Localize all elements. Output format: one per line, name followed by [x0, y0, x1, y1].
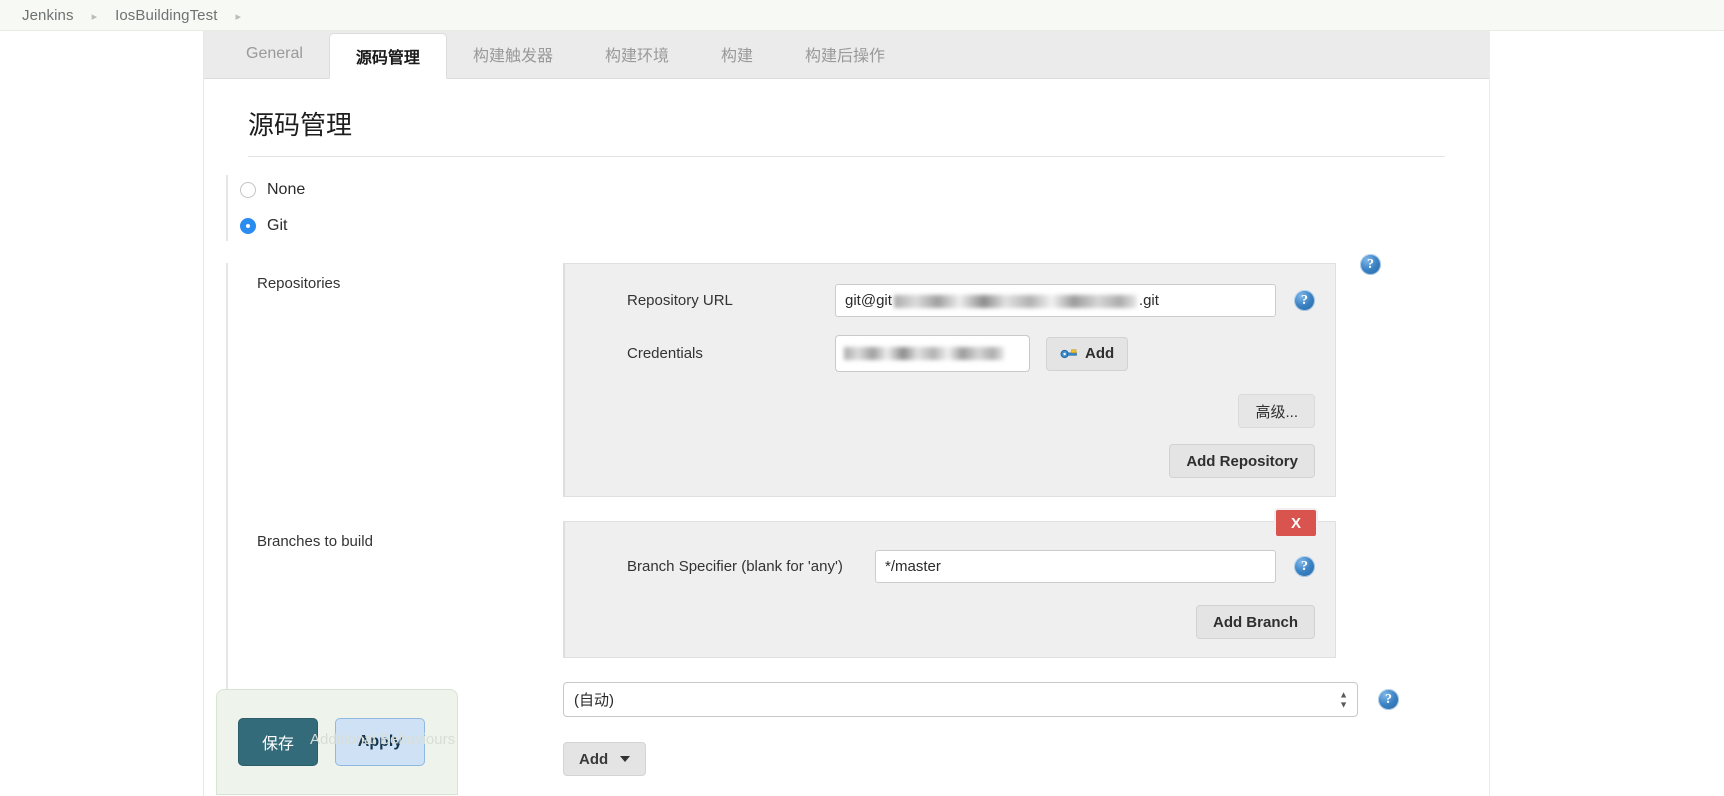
- advanced-button[interactable]: 高级...: [1238, 394, 1315, 428]
- config-panel: General 源码管理 构建触发器 构建环境 构建 构建后操作 源码管理 No…: [204, 31, 1490, 796]
- branch-specifier-input[interactable]: */master: [875, 550, 1276, 583]
- add-branch-button-row: Add Branch: [585, 605, 1315, 639]
- branch-specifier-label: Branch Specifier (blank for 'any'): [627, 558, 843, 575]
- chevron-down-icon: [620, 756, 631, 762]
- add-credentials-button[interactable]: Add: [1046, 336, 1129, 371]
- repository-url-help-icon[interactable]: ?: [1294, 290, 1315, 311]
- tab-build-environment[interactable]: 构建环境: [579, 30, 695, 78]
- scm-option-git[interactable]: Git: [240, 211, 1489, 241]
- add-behaviour-dropdown-button[interactable]: Add: [563, 742, 647, 776]
- breadcrumb: Jenkins ▸ IosBuildingTest ▸: [0, 0, 1724, 31]
- repository-url-row: Repository URL git@git .git ?: [585, 284, 1315, 317]
- repo-browser-select[interactable]: (自动) ▲ ▼: [563, 682, 1358, 717]
- repository-url-label: Repository URL: [627, 292, 733, 309]
- page-title: 源码管理: [248, 79, 1445, 157]
- credentials-row: Credentials Add: [585, 335, 1315, 372]
- additional-behaviours-field: Add: [563, 742, 1489, 776]
- tab-source-code-management[interactable]: 源码管理: [328, 33, 447, 79]
- repository-url-redacted: [893, 294, 1137, 308]
- save-button[interactable]: 保存: [238, 718, 318, 766]
- repo-browser-field: (自动) ▲ ▼ ?: [563, 682, 1489, 717]
- branches-card: X Branch Specifier (blank for 'any') */m…: [563, 508, 1336, 658]
- repositories-card: Repository URL git@git .git ? Credentials: [563, 263, 1336, 497]
- breadcrumb-separator-icon: ▸: [91, 10, 98, 23]
- tab-post-build-actions[interactable]: 构建后操作: [779, 30, 911, 78]
- credentials-label: Credentials: [627, 345, 703, 362]
- repositories-row: Repositories Repository URL git@git .git …: [228, 254, 1489, 497]
- branches-label: Branches to build: [257, 533, 373, 550]
- tab-general[interactable]: General: [220, 30, 329, 78]
- add-credentials-label: Add: [1085, 345, 1115, 362]
- key-icon: [1060, 348, 1077, 358]
- breadcrumb-separator-icon-2: ▸: [235, 10, 242, 23]
- add-behaviour-label: Add: [579, 750, 609, 768]
- radio-none-icon[interactable]: [240, 182, 256, 198]
- branches-field: X Branch Specifier (blank for 'any') */m…: [563, 508, 1489, 658]
- repositories-field: Repository URL git@git .git ? Credentials: [563, 254, 1489, 497]
- scm-option-git-label: Git: [267, 217, 288, 234]
- scm-option-none-label: None: [267, 181, 306, 198]
- page-body: General 源码管理 构建触发器 构建环境 构建 构建后操作 源码管理 No…: [0, 31, 1724, 796]
- apply-button[interactable]: Apply: [335, 718, 425, 766]
- add-repository-button[interactable]: Add Repository: [1169, 444, 1315, 478]
- branches-row: Branches to build X Branch Specifier (bl…: [228, 508, 1489, 658]
- repositories-help-icon[interactable]: ?: [1360, 254, 1381, 275]
- credentials-redacted-value: [844, 347, 1004, 360]
- breadcrumb-item-job[interactable]: IosBuildingTest: [115, 7, 217, 24]
- section-title-wrap: 源码管理: [204, 79, 1489, 157]
- right-gutter: [1490, 31, 1724, 796]
- radio-git-icon[interactable]: [240, 218, 256, 234]
- advanced-button-row: 高级...: [585, 394, 1315, 428]
- repo-browser-selected-value: (自动): [574, 692, 614, 709]
- scm-radio-group: None Git: [226, 175, 1489, 241]
- scm-option-none[interactable]: None: [240, 175, 1489, 205]
- chevron-updown-icon[interactable]: ▲ ▼: [1339, 690, 1348, 709]
- add-branch-button[interactable]: Add Branch: [1195, 605, 1315, 639]
- breadcrumb-item-jenkins[interactable]: Jenkins: [22, 7, 74, 24]
- left-gutter: [0, 31, 204, 796]
- repository-url-value-prefix: git@git: [845, 292, 892, 309]
- delete-branch-button[interactable]: X: [1274, 508, 1318, 538]
- add-repository-button-row: Add Repository: [585, 444, 1315, 478]
- save-apply-bar: Additional Behaviours 保存 Apply: [216, 689, 458, 795]
- config-tabs: General 源码管理 构建触发器 构建环境 构建 构建后操作: [204, 31, 1489, 79]
- branch-specifier-row: Branch Specifier (blank for 'any') */mas…: [585, 550, 1315, 583]
- jenkins-config-page: Jenkins ▸ IosBuildingTest ▸ General 源码管理…: [0, 0, 1724, 796]
- credentials-select[interactable]: [835, 335, 1030, 372]
- tab-build[interactable]: 构建: [695, 30, 779, 78]
- repositories-label: Repositories: [257, 275, 341, 292]
- repository-url-input[interactable]: git@git .git: [835, 284, 1276, 317]
- branch-specifier-help-icon[interactable]: ?: [1294, 556, 1315, 577]
- repository-url-value-suffix: .git: [1138, 292, 1159, 309]
- tab-build-triggers[interactable]: 构建触发器: [447, 30, 579, 78]
- repo-browser-help-icon[interactable]: ?: [1378, 689, 1399, 710]
